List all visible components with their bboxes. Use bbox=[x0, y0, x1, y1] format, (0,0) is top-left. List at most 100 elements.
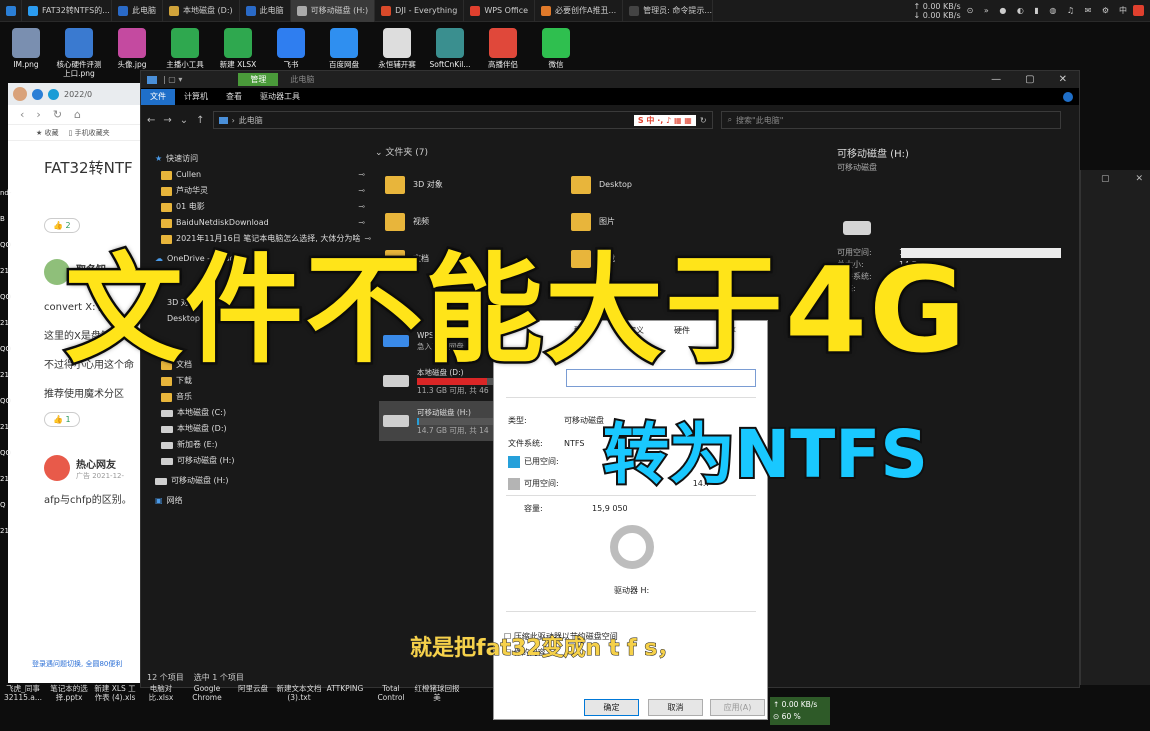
desktop-icon-label[interactable]: 新建文本文档 (3).txt bbox=[276, 684, 322, 702]
taskbar-tab[interactable]: 此电脑 bbox=[240, 0, 291, 22]
taskbar-tab[interactable]: DJI - Everything bbox=[375, 0, 465, 22]
like-button[interactable]: 👍 2 bbox=[44, 218, 80, 233]
net-down: 0.00 KB/s bbox=[922, 10, 961, 20]
close-button[interactable]: ✕ bbox=[1136, 174, 1144, 184]
desktop-icon-label[interactable]: 阿里云盘 bbox=[230, 684, 276, 702]
nav-removable[interactable]: 可移动磁盘 (H:) bbox=[155, 473, 365, 489]
nav-pc-item[interactable]: 本地磁盘 (C:) bbox=[161, 405, 365, 421]
nav-quick-item[interactable]: 01 电影 ⊸ bbox=[155, 199, 365, 215]
home-icon[interactable]: ⌂ bbox=[74, 108, 81, 121]
network-icon: ▣ bbox=[155, 496, 163, 505]
ok-button[interactable]: 确定 bbox=[584, 699, 639, 716]
taskbar-tab[interactable]: 可移动磁盘 (H:) bbox=[290, 0, 376, 22]
taskbar-tab[interactable]: 本地磁盘 (D:) bbox=[163, 0, 240, 22]
nav-label: 新加卷 (E:) bbox=[177, 440, 218, 449]
details-subtitle: 可移动磁盘 bbox=[837, 163, 877, 172]
address-refresh-icon[interactable]: ↻ bbox=[700, 116, 707, 125]
nav-label: 芦动华灵 bbox=[176, 186, 208, 195]
computer-icon bbox=[147, 75, 157, 84]
folder-label: 3D 对象 bbox=[413, 180, 443, 189]
nav-quick-access[interactable]: ★ 快速访问 bbox=[155, 151, 365, 167]
taskbar-tab[interactable]: WPS Office bbox=[464, 0, 536, 22]
tray-icons[interactable]: ⊙ » ● ◐ ▮ ◍ ♫ ✉ ⚙ bbox=[967, 6, 1113, 15]
address-bar[interactable]: › 此电脑 S 中 ·, ♪ ▦ ▦ ↻ bbox=[212, 111, 713, 129]
nav-label: 本地磁盘 (D:) bbox=[177, 424, 227, 433]
taskbar-tab[interactable]: 此电脑 bbox=[112, 0, 163, 22]
menu-file[interactable]: 文件 bbox=[141, 88, 175, 105]
apply-button[interactable]: 应用(A) bbox=[710, 699, 765, 716]
desktop-icon-label[interactable]: 电脑对比.xlsx bbox=[138, 684, 184, 702]
nav-quick-item[interactable]: BaiduNetdiskDownload ⊸ bbox=[155, 215, 365, 231]
taskbar-tab[interactable]: 管理员: 命令提示... bbox=[623, 0, 714, 22]
minimize-button[interactable]: — bbox=[991, 74, 1001, 85]
fs-value: NTFS bbox=[564, 439, 585, 448]
desktop-icon-image bbox=[65, 28, 93, 58]
up-icon[interactable]: ↑ bbox=[196, 115, 204, 126]
folder-item[interactable]: 3D 对象 bbox=[385, 166, 501, 203]
forward-icon[interactable]: › bbox=[36, 108, 40, 121]
ribbon-context-tab[interactable]: 管理 bbox=[238, 73, 279, 86]
bookmark-favorites[interactable]: ★ 收藏 bbox=[36, 128, 59, 138]
overlay-subtitle: 转为NTFS bbox=[601, 414, 930, 495]
nav-label: 01 电影 bbox=[176, 202, 205, 211]
back-icon[interactable]: ← bbox=[147, 115, 155, 126]
menu-computer[interactable]: 计算机 bbox=[175, 89, 217, 105]
desktop-icon-label[interactable]: 飞虎_同事 32115.a... bbox=[0, 684, 46, 702]
taskbar-tab[interactable]: FAT32转NTFS的... bbox=[22, 0, 112, 22]
desktop-icon-image bbox=[171, 28, 199, 58]
nav-pc-item[interactable]: 音乐 bbox=[161, 389, 365, 405]
quick-access-toolbar[interactable]: | ▢ ▾ bbox=[163, 75, 182, 84]
taskbar-tab[interactable] bbox=[0, 0, 22, 22]
desktop-icon-image bbox=[489, 28, 517, 58]
folder-item[interactable]: 图片 bbox=[571, 203, 701, 240]
side-label: 21 bbox=[0, 423, 9, 431]
taskbar-tab-label: 必要创作A推丑... bbox=[555, 6, 617, 15]
pin-icon: ⊸ bbox=[358, 202, 365, 211]
avatar[interactable] bbox=[13, 87, 27, 101]
drive-item[interactable]: 可移动磁盘 (H:) 14.7 GB 可用, 共 14 bbox=[379, 401, 509, 441]
desktop-icon[interactable]: 核心硬件评测 上口.png bbox=[53, 28, 105, 78]
folder-item[interactable]: Desktop bbox=[571, 166, 701, 203]
back-icon[interactable]: ‹ bbox=[20, 108, 24, 121]
maximize-button[interactable]: ▢ bbox=[1025, 74, 1034, 85]
desktop-icon-label[interactable]: 笔记本的选 择.pptx bbox=[46, 684, 92, 702]
recent-icon[interactable]: ⌄ bbox=[180, 115, 188, 126]
maximize-button[interactable]: ▢ bbox=[1101, 174, 1110, 184]
nav-pc-item[interactable]: 本地磁盘 (D:) bbox=[161, 421, 365, 437]
forward-icon[interactable]: → bbox=[163, 115, 171, 126]
folder-item[interactable]: 视频 bbox=[385, 203, 501, 240]
nav-quick-item[interactable]: 芦动华灵 ⊸ bbox=[155, 183, 365, 199]
sogou-toolbar[interactable]: S 中 ·, ♪ ▦ ▦ bbox=[633, 114, 696, 126]
like-button-2[interactable]: 👍 1 bbox=[44, 412, 80, 427]
tab-title[interactable]: 2022/0 bbox=[64, 90, 92, 99]
browser-window: 2022/0 ‹ › ↻ ⌂ ★ 收藏 ▯ 手机收藏夹 FAT32转NTF 👍 … bbox=[8, 83, 158, 683]
desktop-icon-label[interactable]: 红橙猪球回报 美 bbox=[414, 684, 460, 702]
cancel-button[interactable]: 取消 bbox=[648, 699, 703, 716]
close-button[interactable]: ✕ bbox=[1059, 74, 1067, 85]
refresh-icon[interactable]: ↻ bbox=[53, 108, 62, 121]
sogou-icon[interactable] bbox=[1133, 5, 1144, 16]
desktop-icon-label[interactable]: Total Control bbox=[368, 684, 414, 702]
menu-drive-tools[interactable]: 驱动器工具 bbox=[251, 89, 309, 105]
address-text: 此电脑 bbox=[238, 115, 263, 125]
desktop-icon-label: 百度网盘 bbox=[329, 60, 359, 69]
free-label: 可用空间: bbox=[524, 479, 559, 488]
desktop-icon-label[interactable]: 新建 XLS 工 作表 (4).xls bbox=[92, 684, 138, 702]
menu-view[interactable]: 查看 bbox=[217, 89, 251, 105]
bookmark-mobile[interactable]: ▯ 手机收藏夹 bbox=[69, 128, 110, 138]
folder-icon bbox=[161, 186, 172, 196]
search-box[interactable]: ⌕ 搜索"此电脑" bbox=[720, 111, 1061, 129]
nav-network[interactable]: ▣ 网络 bbox=[155, 493, 365, 509]
desktop-icon[interactable]: IM.png bbox=[0, 28, 52, 78]
app-icon bbox=[381, 5, 392, 16]
taskbar-tab[interactable]: 必要创作A推丑... bbox=[535, 0, 624, 22]
nav-pc-item[interactable]: 新加卷 (E:) bbox=[161, 437, 365, 453]
nav-pc-item[interactable]: 可移动磁盘 (H:) bbox=[161, 453, 365, 469]
help-icon[interactable] bbox=[1063, 91, 1073, 102]
widget-speed: 0.00 KB/s bbox=[781, 700, 818, 709]
desktop-icon-label[interactable]: ATTKPING bbox=[322, 684, 368, 702]
nav-quick-item[interactable]: Cullen ⊸ bbox=[155, 167, 365, 183]
input-method-indicator[interactable]: 中 bbox=[1119, 5, 1127, 16]
desktop-icon-label[interactable]: Google Chrome bbox=[184, 684, 230, 702]
nav-label: BaiduNetdiskDownload bbox=[176, 218, 269, 227]
